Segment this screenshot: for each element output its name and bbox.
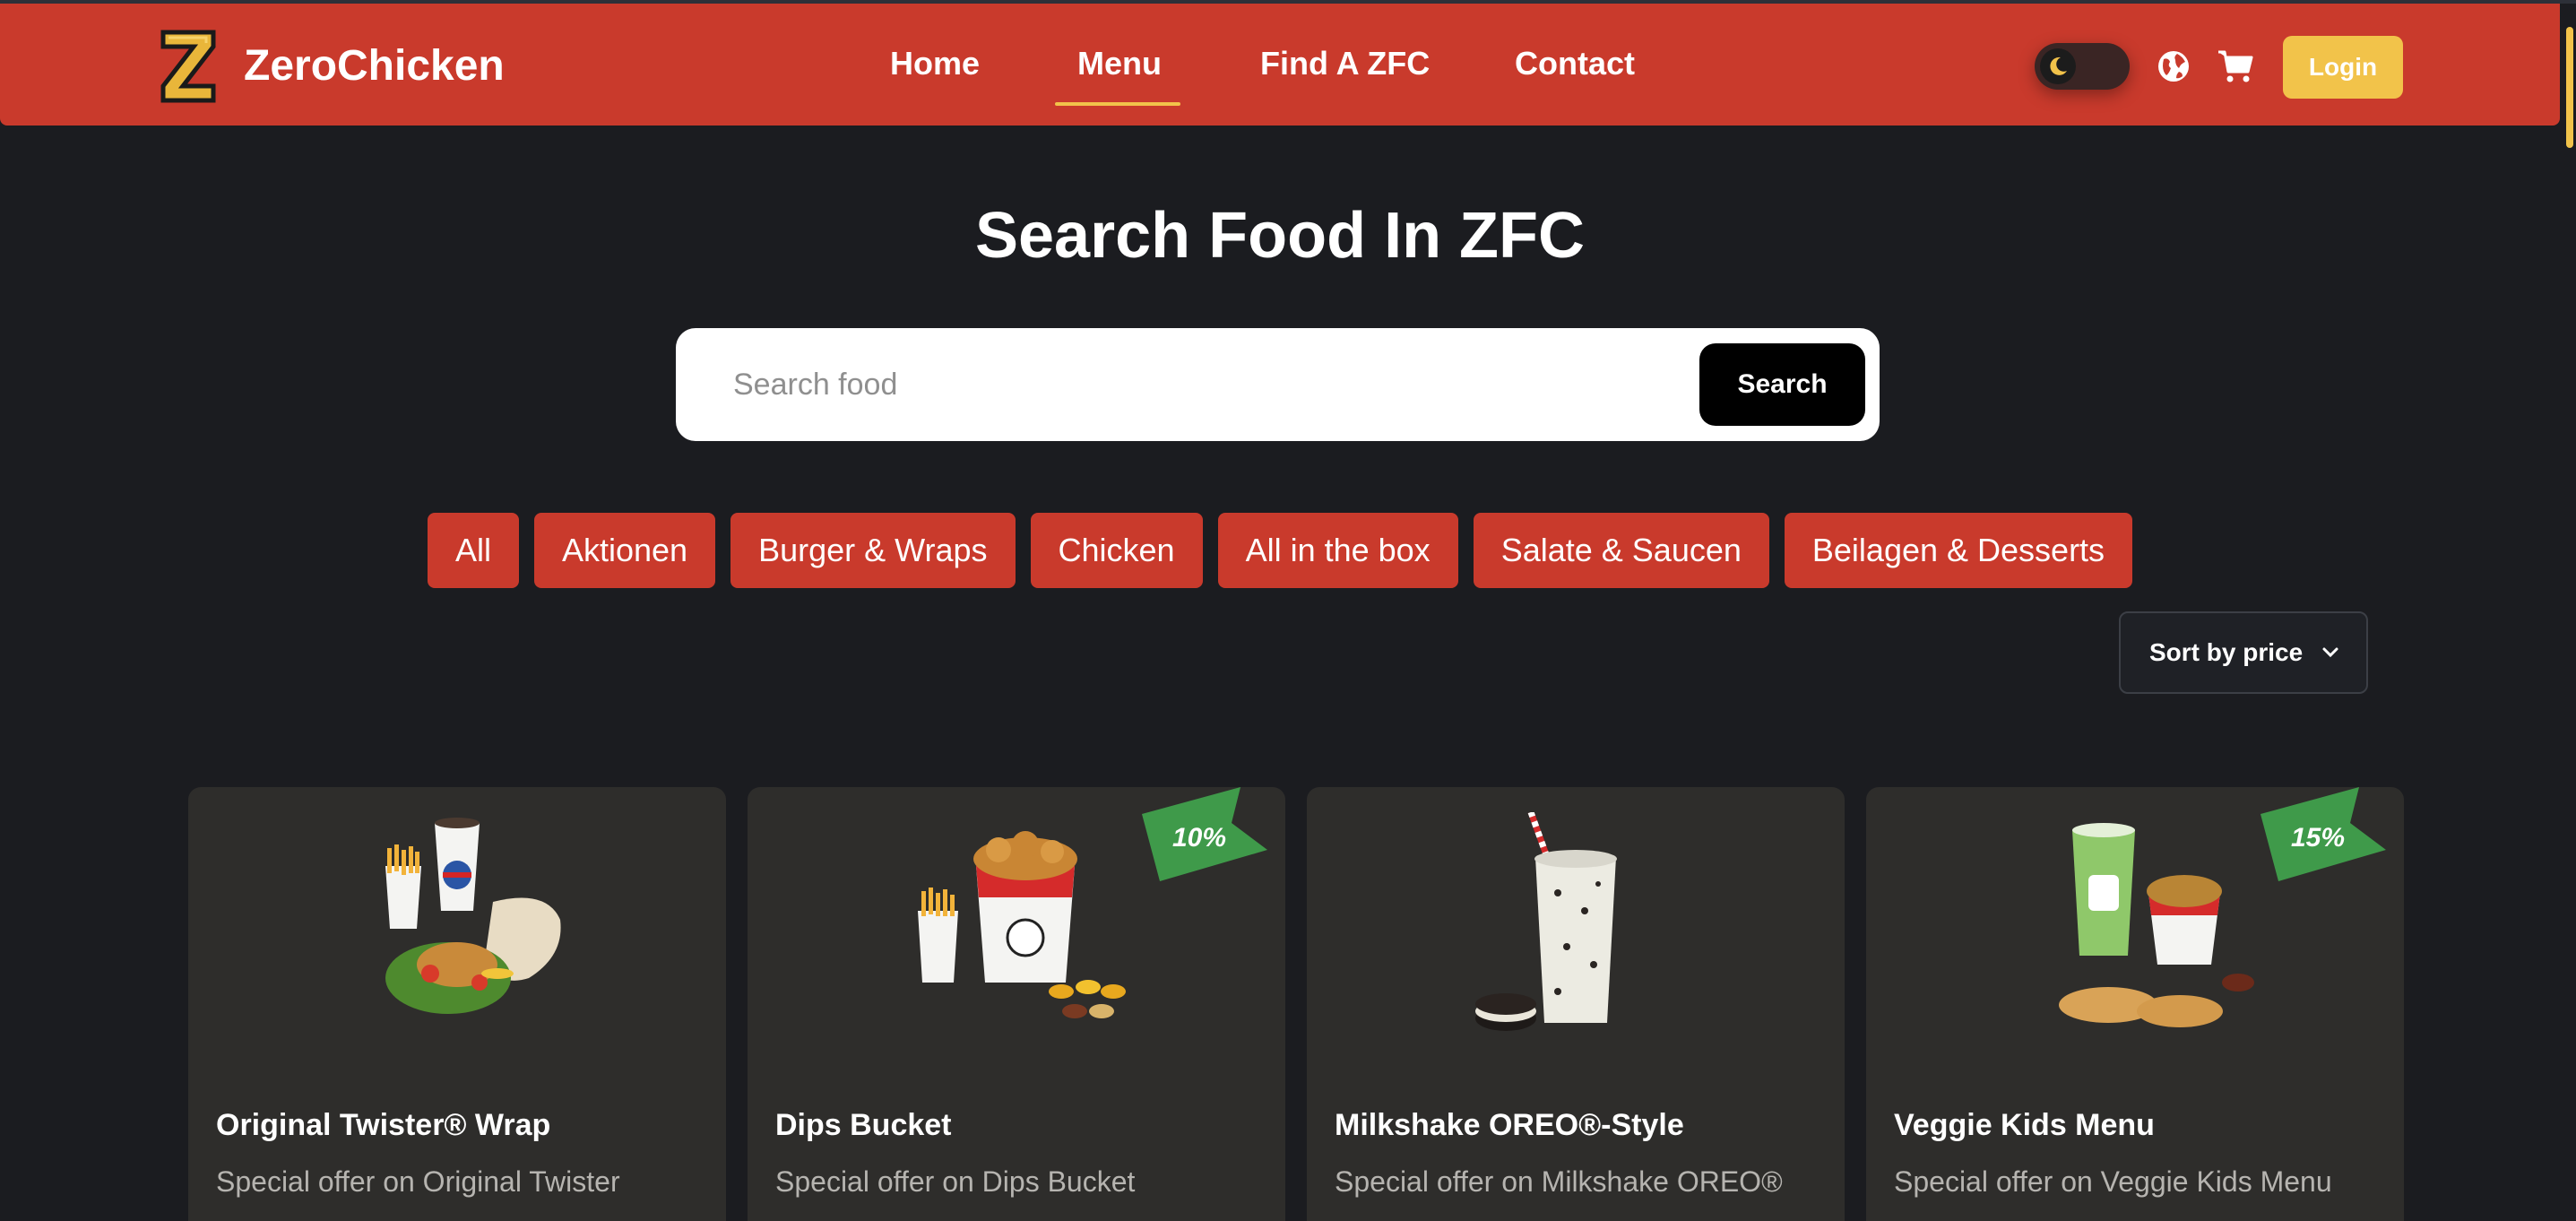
product-card[interactable]: 15% Veggie Kids Menu Special offer on Ve… xyxy=(1866,787,2404,1221)
category-aktionen[interactable]: Aktionen xyxy=(533,513,716,588)
scrollbar-thumb[interactable] xyxy=(2566,27,2573,148)
nav-active-indicator xyxy=(1055,102,1180,106)
discount-badge: 15% xyxy=(2290,823,2345,853)
globe-icon[interactable] xyxy=(2156,48,2191,84)
page-title: Search Food In ZFC xyxy=(974,200,1586,272)
theme-toggle[interactable] xyxy=(2035,43,2130,90)
product-description: Special offer on Milkshake OREO® xyxy=(1335,1165,1783,1198)
nav-find-a-zfc[interactable]: Find A ZFC xyxy=(1260,45,1430,82)
search-bar: Search xyxy=(676,328,1880,441)
product-name: Veggie Kids Menu xyxy=(1894,1108,2155,1142)
product-description: Special offer on Veggie Kids Menu xyxy=(1894,1165,2332,1198)
category-beilagen-desserts[interactable]: Beilagen & Desserts xyxy=(1784,513,2133,588)
category-chicken[interactable]: Chicken xyxy=(1030,513,1203,588)
category-filters: All Aktionen Burger & Wraps Chicken All … xyxy=(0,513,2560,588)
product-image xyxy=(918,831,1126,1018)
nav-menu[interactable]: Menu xyxy=(1077,45,1162,82)
nav-home[interactable]: Home xyxy=(890,45,980,82)
product-name: Dips Bucket xyxy=(775,1108,952,1142)
product-card[interactable]: 10% Dips Bucket Special offer on Dips Bu… xyxy=(748,787,1285,1221)
category-all[interactable]: All xyxy=(427,513,519,588)
product-name: Milkshake OREO®-Style xyxy=(1335,1108,1684,1142)
moon-icon xyxy=(2040,48,2076,84)
nav-contact[interactable]: Contact xyxy=(1515,45,1635,82)
product-image xyxy=(2059,823,2254,1027)
chevron-down-icon xyxy=(2322,647,2338,658)
product-description: Special offer on Original Twister xyxy=(216,1165,620,1198)
cart-icon[interactable] xyxy=(2217,48,2254,84)
zerochicken-logo[interactable] xyxy=(160,27,217,106)
product-name: Original Twister® Wrap xyxy=(216,1108,551,1142)
product-card[interactable]: Milkshake OREO®-Style Special offer on M… xyxy=(1307,787,1845,1221)
product-card[interactable]: Original Twister® Wrap Special offer on … xyxy=(188,787,726,1221)
login-button[interactable]: Login xyxy=(2283,36,2403,99)
discount-badge: 10% xyxy=(1171,823,1226,853)
product-description: Special offer on Dips Bucket xyxy=(775,1165,1136,1198)
sort-dropdown[interactable]: Sort by price xyxy=(2119,611,2368,694)
brand-name[interactable]: ZeroChicken xyxy=(244,41,505,91)
scrollbar-track[interactable] xyxy=(2562,4,2576,1221)
search-button[interactable]: Search xyxy=(1699,343,1865,426)
category-all-in-the-box[interactable]: All in the box xyxy=(1217,513,1458,588)
category-salate-saucen[interactable]: Salate & Saucen xyxy=(1473,513,1769,588)
product-image xyxy=(385,818,561,1014)
category-burger-wraps[interactable]: Burger & Wraps xyxy=(730,513,1016,588)
product-image xyxy=(1475,812,1617,1031)
site-header: ZeroChicken Home Menu Find A ZFC Contact… xyxy=(0,4,2560,126)
sort-label: Sort by price xyxy=(2149,638,2304,666)
search-input[interactable] xyxy=(733,355,1629,414)
